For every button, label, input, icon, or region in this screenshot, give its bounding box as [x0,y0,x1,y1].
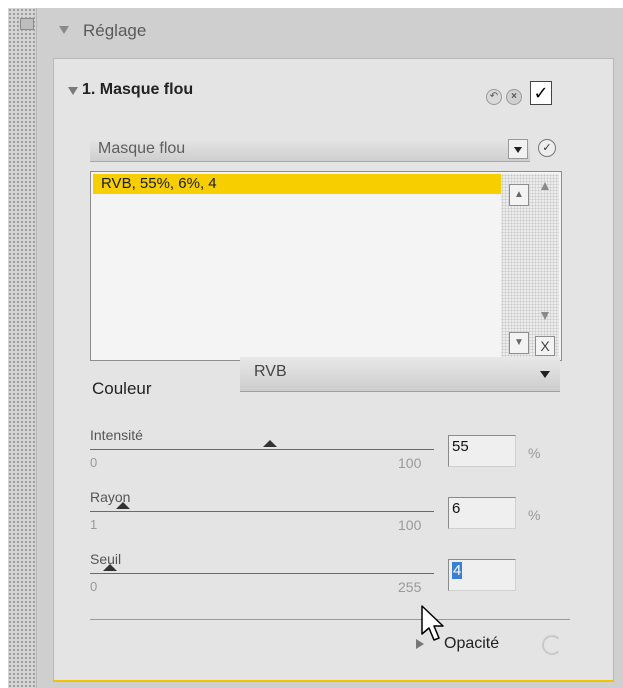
threshold-max: 255 [398,579,422,595]
section-title: Réglage [83,21,147,40]
color-label: Couleur [92,379,152,398]
scroll-up-icon[interactable] [541,182,549,190]
threshold-min: 0 [90,579,98,594]
threshold-thumb[interactable] [102,564,117,571]
radius-track[interactable] [90,511,434,512]
color-selected: RVB [254,363,287,380]
filter-controls: Masque flou ✓ RVB, 55%, 6%, 4 ▲ ▼ X Coul… [90,127,570,667]
threshold-input[interactable]: 4 [448,559,516,591]
section-header[interactable]: Réglage [37,8,623,54]
threshold-value[interactable]: 4 [452,562,463,579]
divider [90,619,570,620]
intensity-unit: % [528,445,541,461]
radius-input[interactable]: 6 [448,497,516,529]
opacity-row[interactable]: Opacité [90,633,570,657]
collapse-triangle-icon[interactable] [68,87,78,95]
history-list[interactable]: RVB, 55%, 6%, 4 ▲ ▼ X [90,171,562,361]
intensity-min: 0 [90,455,98,470]
undo-icon[interactable]: ↶ [486,89,502,105]
intensity-max: 100 [398,455,422,471]
move-down-button[interactable]: ▼ [509,332,529,354]
intensity-thumb[interactable] [263,440,277,447]
intensity-track[interactable] [90,449,434,450]
panel-corner-icon [20,18,34,30]
chevron-down-icon[interactable] [508,139,528,159]
mouse-pointer-icon [421,605,444,641]
color-dropdown[interactable]: RVB [240,357,560,392]
radius-slider-group: Rayon 1 100 6 % [90,489,570,549]
remove-item-button[interactable]: X [535,336,555,356]
intensity-label: Intensité [90,427,143,443]
adjustment-section: Réglage 1. Masque flou ↶ × ✓ Masque flou… [36,8,623,688]
filter-title: 1. Masque flou [82,81,194,98]
preset-selected: Masque flou [98,140,186,157]
threshold-track[interactable] [90,573,434,574]
filter-panel: 1. Masque flou ↶ × ✓ Masque flou ✓ RVB, … [53,58,614,682]
collapse-triangle-icon[interactable] [59,26,69,34]
chevron-down-icon [540,371,550,378]
opacity-label: Opacité [444,635,500,652]
intensity-input[interactable]: 55 [448,435,516,467]
opacity-ring-icon[interactable] [542,635,562,655]
move-up-button[interactable]: ▲ [509,184,529,206]
panel-grip[interactable] [8,8,36,688]
radius-unit: % [528,507,541,523]
radius-max: 100 [398,517,422,533]
threshold-slider-group: Seuil 0 255 4 [90,551,570,611]
enable-checkbox[interactable]: ✓ [530,81,552,105]
radius-thumb[interactable] [116,502,130,509]
list-item[interactable]: RVB, 55%, 6%, 4 [93,174,503,194]
intensity-slider-group: Intensité 0 100 55 % [90,427,570,487]
scroll-down-icon[interactable] [541,312,549,320]
apply-check-icon[interactable]: ✓ [538,139,556,157]
close-icon[interactable]: × [506,89,522,105]
radius-min: 1 [90,517,98,532]
preset-dropdown[interactable]: Masque flou [90,137,530,162]
list-scrollbar[interactable]: ▲ ▼ X [501,174,559,358]
filter-panel-header[interactable]: 1. Masque flou ↶ × ✓ [54,59,613,105]
